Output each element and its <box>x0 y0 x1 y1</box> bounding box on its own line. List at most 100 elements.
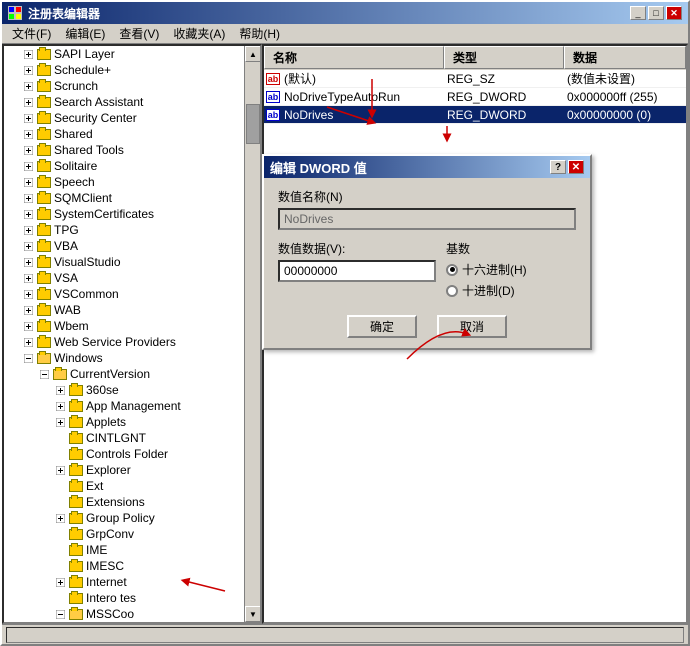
expand-icon[interactable] <box>20 142 36 158</box>
dialog-title-buttons: ? ✕ <box>550 160 584 174</box>
dialog-buttons: 确定 取消 <box>278 315 576 338</box>
expand-icon[interactable] <box>52 398 68 414</box>
expand-icon[interactable] <box>20 158 36 174</box>
expand-icon[interactable] <box>20 334 36 350</box>
radio-hex-circle[interactable] <box>446 264 458 276</box>
expand-icon[interactable] <box>20 222 36 238</box>
dialog-close-button[interactable]: ✕ <box>568 160 584 174</box>
tree-node-interoTes[interactable]: Intero tes <box>4 590 260 606</box>
tree-node-groupPolicy[interactable]: Group Policy <box>4 510 260 526</box>
tree-node-vba[interactable]: VBA <box>4 238 260 254</box>
reg-icon-dword: ab <box>264 89 282 105</box>
maximize-button[interactable]: □ <box>648 6 664 20</box>
expand-icon[interactable] <box>20 110 36 126</box>
tree-node-ext[interactable]: Ext <box>4 478 260 494</box>
edit-dword-dialog[interactable]: 编辑 DWORD 值 ? ✕ 数值名称(N) 数值数据(V): 基数 <box>262 154 592 350</box>
menu-edit[interactable]: 编辑(E) <box>59 24 111 43</box>
tree-node-scrunch[interactable]: Scrunch <box>4 78 260 94</box>
tree-node-speech[interactable]: Speech <box>4 174 260 190</box>
tree-node-vsa[interactable]: VSA <box>4 270 260 286</box>
tree-node-currentVersion[interactable]: CurrentVersion <box>4 366 260 382</box>
minimize-button[interactable]: _ <box>630 6 646 20</box>
tree-node-imesc[interactable]: IMESC <box>4 558 260 574</box>
tree-node-extensions[interactable]: Extensions <box>4 494 260 510</box>
tree-node-appMgmt[interactable]: App Management <box>4 398 260 414</box>
menu-file[interactable]: 文件(F) <box>6 24 57 43</box>
expand-icon[interactable] <box>20 206 36 222</box>
expand-icon[interactable] <box>20 254 36 270</box>
tree-node-mstcPolicy[interactable]: MSTC Policy <box>4 622 260 624</box>
tree-node-windows[interactable]: Windows <box>4 350 260 366</box>
table-row[interactable]: ab NoDrives REG_DWORD 0x00000000 (0) <box>264 106 686 124</box>
tree-node-grpConv[interactable]: GrpConv <box>4 526 260 542</box>
expand-icon[interactable] <box>20 126 36 142</box>
expand-icon[interactable] <box>20 238 36 254</box>
ok-button[interactable]: 确定 <box>347 315 417 338</box>
expand-icon[interactable] <box>52 510 68 526</box>
folder-icon <box>36 351 52 365</box>
dialog-help-button[interactable]: ? <box>550 160 566 174</box>
expand-icon[interactable] <box>20 78 36 94</box>
tree-node-applets[interactable]: Applets <box>4 414 260 430</box>
menu-favorites[interactable]: 收藏夹(A) <box>167 24 231 43</box>
tree-node-ime[interactable]: IME <box>4 542 260 558</box>
tree-node-sapiLayer[interactable]: SAPI Layer <box>4 46 260 62</box>
expand-icon[interactable] <box>20 174 36 190</box>
tree-node-wbem[interactable]: Wbem <box>4 318 260 334</box>
tree-node-searchAssistant[interactable]: Search Assistant <box>4 94 260 110</box>
expand-icon[interactable] <box>20 318 36 334</box>
expand-icon[interactable] <box>20 350 36 366</box>
menu-help[interactable]: 帮助(H) <box>233 24 286 43</box>
tree-node-solitaire[interactable]: Solitaire <box>4 158 260 174</box>
expand-icon[interactable] <box>36 366 52 382</box>
expand-icon[interactable] <box>20 270 36 286</box>
folder-icon <box>68 543 84 557</box>
tree-node-sharedTools[interactable]: Shared Tools <box>4 142 260 158</box>
tree-node-msscoo[interactable]: MSSCoo <box>4 606 260 622</box>
tree-node-visualStudio[interactable]: VisualStudio <box>4 254 260 270</box>
folder-icon <box>68 447 84 461</box>
close-button[interactable]: ✕ <box>666 6 682 20</box>
expand-icon[interactable] <box>52 414 68 430</box>
tree-node-systemCerts[interactable]: SystemCertificates <box>4 206 260 222</box>
radio-dec-label: 十进制(D) <box>462 282 515 299</box>
cancel-button[interactable]: 取消 <box>437 315 507 338</box>
expand-icon[interactable] <box>20 46 36 62</box>
tree-scrollbar[interactable]: ▲ ▼ <box>244 46 260 622</box>
radio-dec-option[interactable]: 十进制(D) <box>446 282 576 299</box>
tree-node-schedulePlus[interactable]: Schedule+ <box>4 62 260 78</box>
tree-node-wab[interactable]: WAB <box>4 302 260 318</box>
node-label: VSCommon <box>52 287 119 301</box>
tree-node-360se[interactable]: 360se <box>4 382 260 398</box>
menu-view[interactable]: 查看(V) <box>113 24 165 43</box>
expand-icon[interactable] <box>20 286 36 302</box>
radio-dec-circle[interactable] <box>446 285 458 297</box>
field-name-input[interactable] <box>278 208 576 230</box>
field-data-input[interactable] <box>278 260 436 282</box>
folder-icon <box>52 367 68 381</box>
tree-node-webServiceProviders[interactable]: Web Service Providers <box>4 334 260 350</box>
tree-node-internet[interactable]: Internet <box>4 574 260 590</box>
expand-icon[interactable] <box>20 62 36 78</box>
table-row[interactable]: ab NoDriveTypeAutoRun REG_DWORD 0x000000… <box>264 88 686 106</box>
folder-icon <box>68 623 84 624</box>
expand-icon[interactable] <box>20 94 36 110</box>
tree-node-securityCenter[interactable]: Security Center <box>4 110 260 126</box>
table-row[interactable]: ab (默认) REG_SZ (数值未设置) <box>264 70 686 88</box>
tree-node-controlsFolder[interactable]: Controls Folder <box>4 446 260 462</box>
tree-node-cintlgnt[interactable]: CINTLGNT <box>4 430 260 446</box>
expand-icon[interactable] <box>52 462 68 478</box>
node-label: Speech <box>52 175 95 189</box>
tree-node-shared[interactable]: Shared <box>4 126 260 142</box>
tree-node-tpg[interactable]: TPG <box>4 222 260 238</box>
tree-panel[interactable]: SAPI Layer Schedule+ Scrunch <box>2 44 262 624</box>
tree-node-sqmClient[interactable]: SQMClient <box>4 190 260 206</box>
tree-node-explorer[interactable]: Explorer <box>4 462 260 478</box>
radio-hex-option[interactable]: 十六进制(H) <box>446 261 576 278</box>
expand-icon[interactable] <box>52 382 68 398</box>
expand-icon[interactable] <box>52 574 68 590</box>
expand-icon[interactable] <box>52 606 68 622</box>
expand-icon[interactable] <box>20 302 36 318</box>
tree-node-vsCommon[interactable]: VSCommon <box>4 286 260 302</box>
expand-icon[interactable] <box>20 190 36 206</box>
